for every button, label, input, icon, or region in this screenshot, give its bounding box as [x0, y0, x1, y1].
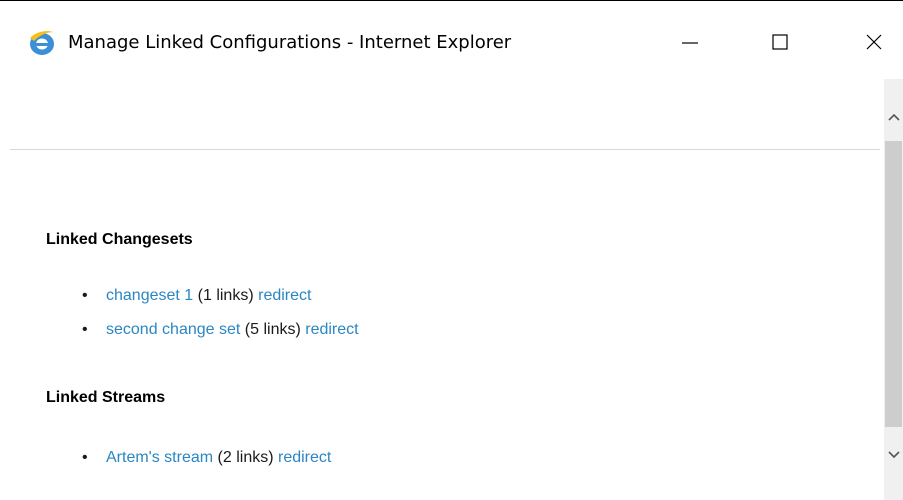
scroll-down-button[interactable] [884, 435, 903, 475]
bullet: • [82, 287, 88, 304]
section-heading-linked-changesets: Linked Changesets [46, 231, 193, 248]
close-button[interactable] [852, 19, 896, 65]
list-item: • Artem's stream (2 links) redirect [82, 448, 331, 468]
scroll-thumb[interactable] [885, 141, 902, 427]
minimize-button[interactable] [668, 19, 712, 65]
redirect-link[interactable]: redirect [278, 449, 331, 466]
title-bar[interactable]: Manage Linked Configurations - Internet … [0, 1, 903, 79]
redirect-link[interactable]: redirect [305, 321, 358, 338]
link-count: (2 links) [217, 449, 274, 466]
bullet: • [82, 321, 88, 338]
close-icon [866, 34, 882, 50]
content-divider [10, 149, 880, 150]
section-heading-linked-streams: Linked Streams [46, 389, 166, 406]
stream-link[interactable]: Artem's stream [106, 449, 213, 466]
browser-window: Manage Linked Configurations - Internet … [0, 0, 903, 500]
chevron-down-icon [887, 451, 900, 459]
list-item: • changeset 1 (1 links) redirect [82, 286, 311, 306]
bullet: • [82, 449, 88, 466]
link-count: (1 links) [197, 287, 254, 304]
list-item: • second change set (5 links) redirect [82, 320, 359, 340]
window-title: Manage Linked Configurations - Internet … [68, 32, 512, 53]
chevron-up-icon [887, 113, 900, 121]
redirect-link[interactable]: redirect [258, 287, 311, 304]
maximize-button[interactable] [758, 19, 802, 65]
changeset-link[interactable]: changeset 1 [106, 287, 193, 304]
scroll-up-button[interactable] [884, 97, 903, 137]
vertical-scrollbar[interactable] [884, 79, 903, 500]
maximize-icon [772, 34, 788, 50]
link-count: (5 links) [244, 321, 301, 338]
minimize-icon [682, 42, 698, 44]
internet-explorer-icon [28, 29, 56, 57]
changeset-link[interactable]: second change set [106, 321, 240, 338]
